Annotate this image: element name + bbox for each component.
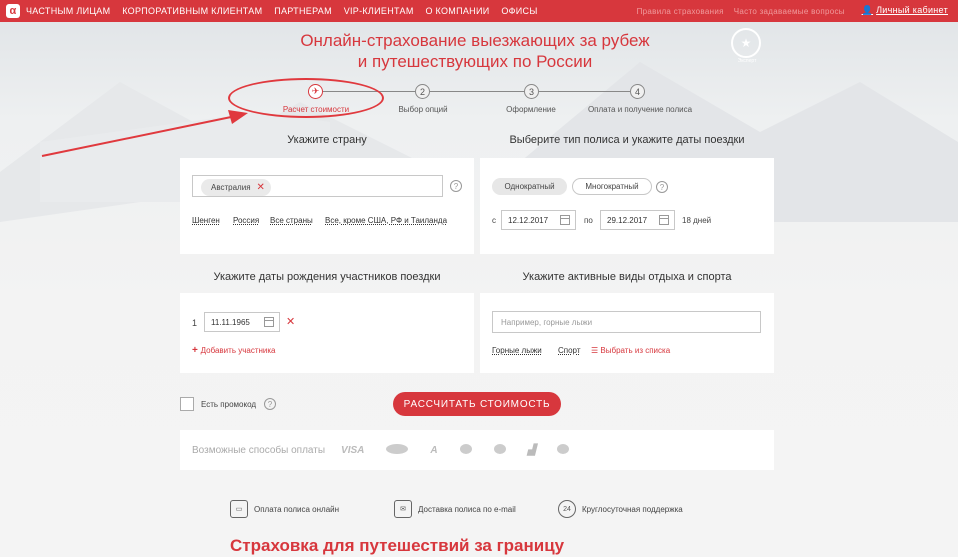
quick-link-russia[interactable]: Россия	[233, 216, 259, 225]
title-line-1: Онлайн-страхование выезжающих за рубеж	[300, 31, 650, 50]
monitor-icon: ▭	[230, 500, 248, 518]
calendar-icon[interactable]	[264, 317, 274, 327]
quick-link-sport[interactable]: Спорт	[558, 346, 581, 355]
feature-online-payment: ▭ Оплата полиса онлайн	[230, 500, 339, 518]
step-2-circle: 2	[415, 84, 430, 99]
promo-checkbox[interactable]	[180, 397, 194, 411]
remove-participant-icon[interactable]: ✕	[286, 315, 295, 328]
calendar-icon[interactable]	[560, 215, 570, 225]
rules-link[interactable]: Правила страхования	[637, 7, 724, 16]
quick-link-ski[interactable]: Горные лыжи	[492, 346, 542, 355]
quick-link-all[interactable]: Все страны	[270, 216, 313, 225]
help-icon[interactable]: ?	[450, 180, 462, 192]
participant-number: 1	[192, 318, 198, 328]
webmoney-icon	[459, 443, 472, 457]
feature-email-delivery: ✉ Доставка полиса по e-mail	[394, 500, 516, 518]
faq-link[interactable]: Часто задаваемые вопросы	[734, 7, 845, 16]
country-heading: Укажите страну	[287, 134, 367, 146]
country-panel: Австралия ✕ ? Шенген Россия Все страны В…	[180, 158, 474, 254]
envelope-icon: ✉	[394, 500, 412, 518]
birth-date-value: 11.11.1965	[211, 318, 250, 327]
qiwi-icon	[493, 443, 506, 457]
section-title: Страховка для путешествий за границу	[230, 536, 565, 555]
nav-partners[interactable]: ПАРТНЕРАМ	[274, 6, 332, 16]
nav-offices[interactable]: ОФИСЫ	[501, 6, 537, 16]
step-connector	[539, 91, 630, 92]
cabinet-label: Личный кабинет	[876, 5, 948, 15]
step-3-label: Оформление	[506, 105, 556, 114]
nav-vip[interactable]: VIP-КЛИЕНТАМ	[344, 6, 414, 16]
step-connector	[430, 91, 524, 92]
end-date-field[interactable]: 29.12.2017	[600, 210, 675, 230]
payment-label: Возможные способы оплаты	[192, 444, 326, 456]
policy-panel: Однократный Многократный ? с 12.12.2017 …	[480, 158, 774, 254]
step-4-label: Оплата и получение полиса	[587, 105, 693, 114]
main-nav: ЧАСТНЫМ ЛИЦАМ КОРПОРАТИВНЫМ КЛИЕНТАМ ПАР…	[26, 6, 547, 16]
participants-panel: 1 11.11.1965 ✕ + Добавить участника	[180, 293, 474, 373]
payment-methods-bar: Возможные способы оплаты VISA A ▟	[180, 430, 774, 470]
step-2-label: Выбор опций	[398, 105, 448, 114]
mastercard-icon	[386, 443, 409, 457]
plus-icon: +	[192, 345, 201, 356]
calculate-button[interactable]: РАССЧИТАТЬ СТОИМОСТЬ	[393, 392, 561, 416]
visa-icon: VISA	[341, 444, 365, 456]
step-4-circle: 4	[630, 84, 645, 99]
annotation-ellipse	[228, 78, 384, 118]
activities-input[interactable]: Например, горные лыжи	[492, 311, 761, 333]
activities-heading: Укажите активные виды отдыха и спорта	[522, 271, 732, 283]
nav-private[interactable]: ЧАСТНЫМ ЛИЦАМ	[26, 6, 110, 16]
help-icon[interactable]: ?	[264, 398, 276, 410]
yandex-money-icon	[557, 443, 570, 457]
badge-caption: Эксперт	[737, 58, 757, 64]
start-date-field[interactable]: 12.12.2017	[501, 210, 576, 230]
promo-label: Есть промокод	[201, 400, 257, 409]
feature-label: Оплата полиса онлайн	[254, 504, 340, 514]
country-tag-label: Австралия	[211, 183, 251, 192]
feature-label: Круглосуточная поддержка	[582, 504, 683, 514]
activities-placeholder: Например, горные лыжи	[501, 318, 593, 327]
from-label: с	[492, 216, 496, 225]
step-3-circle: 3	[524, 84, 539, 99]
remove-country-icon[interactable]: ✕	[257, 182, 265, 193]
alfa-pay-icon: A	[430, 444, 438, 456]
alfa-logo[interactable]: α	[6, 4, 20, 18]
country-tag: Австралия ✕	[201, 179, 271, 196]
policy-heading: Выберите тип полиса и укажите даты поезд…	[509, 134, 745, 146]
start-date-value: 12.12.2017	[508, 216, 549, 225]
annotation-arrow	[41, 110, 248, 157]
country-input[interactable]: Австралия ✕	[192, 175, 443, 197]
choose-from-list-label: Выбрать из списка	[600, 346, 671, 355]
multi-trip-toggle[interactable]: Многократный	[572, 178, 652, 195]
add-participant-link[interactable]: + Добавить участника	[192, 345, 276, 356]
personal-cabinet-link[interactable]: 👤 Личный кабинет	[862, 5, 948, 16]
page-title: Онлайн-страхование выезжающих за рубеж и…	[230, 30, 720, 72]
nav-about[interactable]: О КОМПАНИИ	[425, 6, 489, 16]
add-participant-label: Добавить участника	[200, 346, 276, 355]
list-icon: ☰	[591, 346, 601, 355]
top-nav-bar: α ЧАСТНЫМ ЛИЦАМ КОРПОРАТИВНЫМ КЛИЕНТАМ П…	[0, 0, 958, 22]
nav-corporate[interactable]: КОРПОРАТИВНЫМ КЛИЕНТАМ	[122, 6, 262, 16]
feature-support: 24 Круглосуточная поддержка	[558, 500, 683, 518]
title-line-2: и путешествующих по России	[357, 52, 593, 71]
user-icon: 👤	[861, 5, 874, 15]
cash-icon: ▟	[527, 444, 536, 456]
participants-heading: Укажите даты рождения участников поездки	[213, 271, 441, 283]
quick-link-except[interactable]: Все, кроме США, РФ и Таиланда	[325, 216, 447, 225]
feature-label: Доставка полиса по e-mail	[418, 504, 516, 514]
end-date-value: 29.12.2017	[607, 216, 648, 225]
birth-date-field[interactable]: 11.11.1965	[204, 312, 280, 332]
choose-from-list-link[interactable]: ☰ Выбрать из списка	[591, 346, 670, 355]
help-icon[interactable]: ?	[656, 181, 668, 193]
activities-panel: Например, горные лыжи Горные лыжи Спорт …	[480, 293, 774, 373]
trip-days: 18 дней	[682, 216, 712, 225]
single-trip-toggle[interactable]: Однократный	[492, 178, 567, 195]
quick-link-schengen[interactable]: Шенген	[192, 216, 220, 225]
calendar-icon[interactable]	[659, 215, 669, 225]
to-label: по	[584, 216, 593, 225]
award-badge-icon: ★	[731, 28, 761, 58]
clock-24-icon: 24	[558, 500, 576, 518]
